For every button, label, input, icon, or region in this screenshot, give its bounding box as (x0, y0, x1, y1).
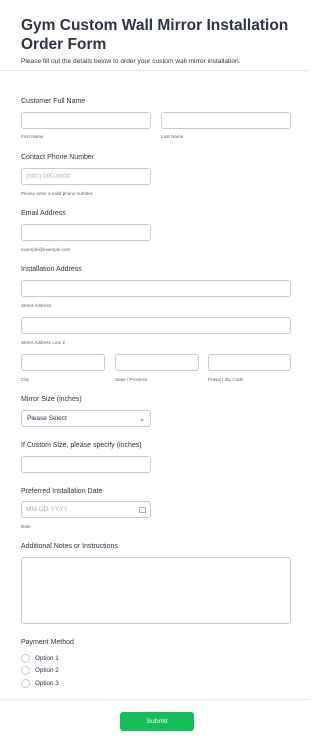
form-footer: Submit (0, 699, 310, 749)
date-placeholder: MM-DD-YYYY (26, 506, 68, 513)
mirror-size-select[interactable]: Please Select ⌄ (21, 410, 151, 427)
zip-sublabel: Postal / Zip Code (208, 377, 244, 382)
street-address-sublabel: Street Address (21, 303, 52, 308)
payment-option-label: Option 2 (35, 667, 59, 675)
payment-options: Option 1 Option 2 Option 3 (21, 652, 59, 690)
email-label: Email Address (21, 210, 66, 217)
street-address-2-input[interactable] (21, 317, 291, 334)
first-name-sublabel: First Name (21, 134, 44, 139)
form-title: Gym Custom Wall Mirror Installation Orde… (21, 17, 289, 53)
payment-option[interactable]: Option 3 (21, 677, 59, 690)
city-sublabel: City (21, 377, 29, 382)
state-sublabel: State / Province (115, 377, 148, 382)
mirror-size-selected: Please Select (27, 415, 67, 422)
payment-option-label: Option 1 (35, 654, 59, 662)
radio-button[interactable] (21, 678, 30, 688)
payment-option[interactable]: Option 2 (21, 665, 59, 678)
form-header: Gym Custom Wall Mirror Installation Orde… (0, 0, 310, 70)
chevron-down-icon: ⌄ (139, 415, 145, 423)
calendar-icon[interactable] (139, 506, 146, 513)
email-input[interactable] (21, 224, 151, 241)
date-label: Preferred Installation Date (21, 488, 103, 495)
form-page: Gym Custom Wall Mirror Installation Orde… (0, 0, 310, 748)
address-label: Installation Address (21, 266, 82, 273)
radio-button[interactable] (21, 666, 30, 676)
custom-size-label: If Custom Size, please specify (inches) (21, 442, 142, 449)
first-name-input[interactable] (21, 112, 151, 129)
last-name-sublabel: Last Name (161, 134, 184, 139)
email-sublabel: example@example.com (21, 247, 71, 252)
mirror-size-label: Mirror Size (inches) (21, 396, 82, 403)
radio-button[interactable] (21, 653, 30, 663)
phone-placeholder: (000) 000-0000 (26, 173, 71, 180)
state-input[interactable] (115, 354, 199, 371)
custom-size-input[interactable] (21, 456, 151, 473)
payment-label: Payment Method (21, 639, 74, 646)
street-address-2-sublabel: Street Address Line 2 (21, 340, 65, 345)
phone-label: Contact Phone Number (21, 154, 95, 161)
zip-input[interactable] (208, 354, 291, 371)
submit-button[interactable]: Submit (120, 712, 194, 731)
name-label: Customer Full Name (21, 98, 86, 105)
date-sublabel: Date (21, 524, 31, 529)
payment-option-label: Option 3 (35, 679, 59, 687)
form-subtitle: Please fill out the details below to ord… (21, 58, 241, 65)
street-address-input[interactable] (21, 280, 291, 297)
last-name-input[interactable] (161, 112, 291, 129)
phone-input[interactable]: (000) 000-0000 (21, 168, 151, 185)
date-input[interactable]: MM-DD-YYYY (21, 501, 151, 518)
city-input[interactable] (21, 354, 105, 371)
notes-label: Additional Notes or Instructions (21, 543, 118, 550)
payment-option[interactable]: Option 1 (21, 652, 59, 665)
header-divider (0, 70, 310, 71)
phone-sublabel: Please enter a valid phone number. (21, 191, 94, 196)
notes-textarea[interactable] (21, 557, 291, 624)
